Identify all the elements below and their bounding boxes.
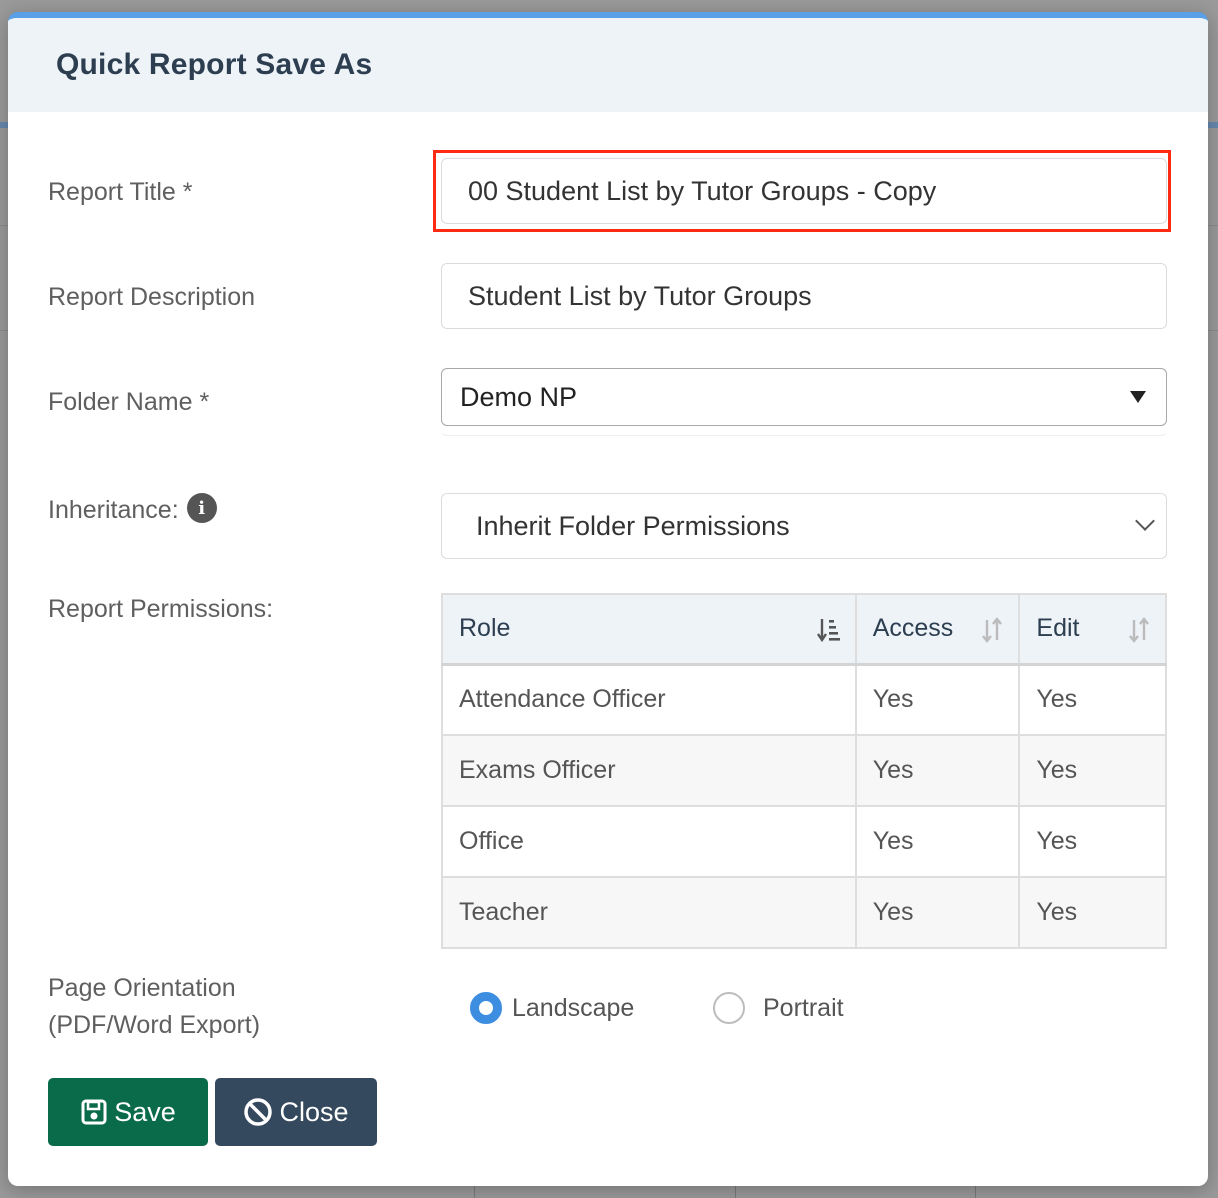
page-orientation-label-line2: (PDF/Word Export) — [48, 1011, 261, 1039]
cell-edit: Yes — [1018, 734, 1167, 807]
cell-access: Yes — [854, 876, 1021, 949]
sort-icon — [1129, 617, 1149, 643]
cell-edit: Yes — [1018, 876, 1167, 949]
radio-checked-icon[interactable] — [470, 992, 502, 1024]
modal-title: Quick Report Save As — [56, 48, 373, 81]
table-row[interactable]: Teacher Yes Yes — [441, 876, 1167, 949]
cell-role: Office — [441, 805, 857, 878]
folder-name-select[interactable]: Demo NP — [441, 368, 1167, 426]
close-button[interactable]: Close — [215, 1078, 377, 1146]
cell-edit: Yes — [1018, 805, 1167, 878]
modal-header: Quick Report Save As — [8, 18, 1208, 112]
report-title-label: Report Title * — [48, 178, 193, 206]
radio-unchecked-icon[interactable] — [713, 992, 745, 1024]
cell-role: Attendance Officer — [441, 663, 857, 736]
report-description-value: Student List by Tutor Groups — [468, 280, 812, 311]
table-row[interactable]: Attendance Officer Yes Yes — [441, 663, 1167, 736]
report-permissions-label: Report Permissions: — [48, 595, 274, 623]
select-shadow — [441, 426, 1167, 436]
column-header-role[interactable]: Role — [441, 593, 857, 666]
sort-amount-down-icon — [816, 619, 840, 643]
floppy-disk-icon — [81, 1099, 107, 1125]
background-divider — [735, 1186, 736, 1198]
sort-icon — [982, 617, 1003, 643]
table-row[interactable]: Exams Officer Yes Yes — [441, 734, 1167, 807]
save-button-label: Save — [114, 1096, 176, 1127]
report-description-input[interactable]: Student List by Tutor Groups — [441, 263, 1167, 329]
report-title-input[interactable]: 00 Student List by Tutor Groups - Copy — [441, 158, 1167, 224]
page-orientation-label-line1: Page Orientation — [48, 974, 236, 1002]
inheritance-select[interactable]: Inherit Folder Permissions — [441, 493, 1167, 559]
inheritance-label-text: Inheritance: — [48, 496, 179, 524]
column-label-access: Access — [872, 614, 954, 643]
info-icon[interactable]: i — [186, 493, 217, 524]
inheritance-label: Inheritance: i — [48, 493, 217, 526]
column-header-edit[interactable]: Edit — [1018, 593, 1167, 666]
cell-role: Teacher — [441, 876, 857, 949]
cell-role: Exams Officer — [441, 734, 857, 807]
table-header-row: Role Access Edit — [441, 593, 1167, 666]
inheritance-value: Inherit Folder Permissions — [476, 510, 790, 541]
quick-report-save-as-dialog: Quick Report Save As Report Title * 00 S… — [8, 12, 1208, 1186]
caret-down-icon — [1130, 391, 1146, 403]
column-label-role: Role — [459, 614, 511, 643]
background-divider — [975, 1186, 976, 1198]
cell-edit: Yes — [1018, 663, 1167, 736]
close-button-label: Close — [279, 1096, 349, 1127]
cell-access: Yes — [854, 805, 1021, 878]
save-button[interactable]: Save — [48, 1078, 208, 1146]
table-row[interactable]: Office Yes Yes — [441, 805, 1167, 878]
report-description-label: Report Description — [48, 283, 256, 311]
page-orientation-label: Page Orientation (PDF/Word Export) — [48, 970, 260, 1044]
cell-access: Yes — [854, 663, 1021, 736]
column-label-edit: Edit — [1036, 614, 1080, 643]
background-divider — [474, 1186, 475, 1198]
ban-icon — [244, 1098, 273, 1126]
radio-landscape[interactable]: Landscape — [470, 992, 634, 1024]
column-header-access[interactable]: Access — [854, 593, 1021, 666]
radio-portrait-label: Portrait — [763, 993, 844, 1022]
permissions-table: Role Access Edit Attendance Officer Yes … — [441, 593, 1167, 949]
folder-name-label: Folder Name * — [48, 388, 210, 416]
cell-access: Yes — [854, 734, 1021, 807]
radio-portrait[interactable]: Portrait — [713, 992, 844, 1024]
radio-landscape-label: Landscape — [512, 993, 635, 1022]
folder-name-value: Demo NP — [460, 381, 578, 412]
chevron-down-icon — [1135, 511, 1155, 531]
report-title-value: 00 Student List by Tutor Groups - Copy — [468, 175, 937, 206]
